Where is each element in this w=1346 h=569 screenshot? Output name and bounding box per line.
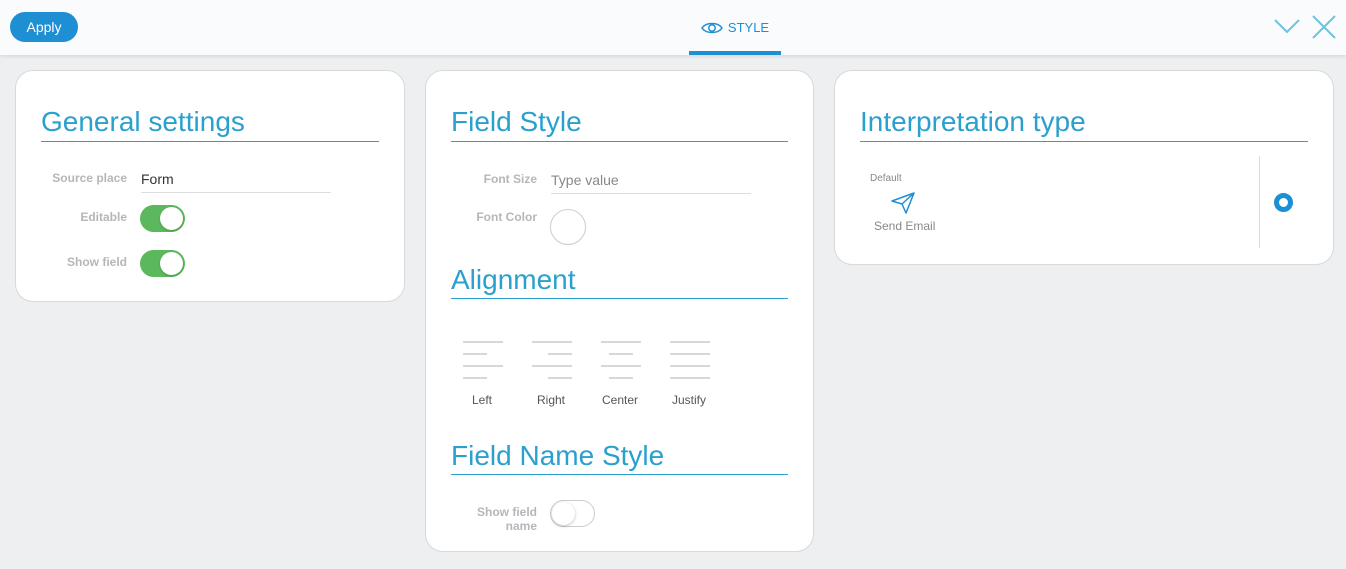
align-justify-button[interactable] [670, 341, 710, 381]
align-center-label: Center [601, 393, 639, 407]
font-color-label: Font Color [476, 210, 537, 224]
field-name-style-title: Field Name Style [451, 440, 665, 471]
show-field-toggle[interactable] [140, 250, 185, 277]
align-left-label: Left [471, 393, 492, 407]
font-size-input[interactable]: Type value [551, 172, 751, 194]
eye-icon [701, 22, 723, 33]
interpretation-type-title: Interpretation type [860, 106, 1086, 137]
editable-label: Editable [80, 210, 127, 224]
align-left-button[interactable] [463, 341, 503, 381]
interpretation-default-label: Default [870, 173, 902, 184]
show-field-label: Show field [67, 255, 127, 269]
top-toolbar: Apply STYLE [0, 0, 1346, 55]
field-style-title: Field Style [451, 106, 582, 137]
field-style-divider [451, 141, 788, 142]
general-settings-divider [41, 141, 379, 142]
font-color-swatch[interactable] [550, 209, 586, 245]
show-field-name-label-line1: Show field [477, 505, 537, 519]
tab-style-label: STYLE [727, 20, 770, 35]
alignment-divider [451, 298, 788, 299]
align-justify-label: Justify [671, 393, 706, 407]
source-place-value: Form [141, 171, 174, 187]
send-email-label[interactable]: Send Email [874, 219, 935, 233]
interpretation-type-divider [860, 141, 1308, 142]
close-icon[interactable] [1311, 14, 1337, 40]
general-settings-title: General settings [41, 106, 245, 137]
toggle-knob [160, 207, 183, 230]
field-name-style-divider [451, 474, 788, 475]
interpretation-vertical-divider [1259, 156, 1260, 248]
font-size-placeholder: Type value [551, 172, 619, 188]
align-center-button[interactable] [601, 341, 641, 381]
editable-toggle[interactable] [140, 205, 185, 232]
chevron-down-icon[interactable] [1274, 14, 1300, 40]
toggle-knob [552, 502, 575, 525]
show-field-name-toggle[interactable] [550, 500, 595, 527]
source-place-label: Source place [52, 171, 127, 185]
source-place-field[interactable]: Form [141, 171, 331, 193]
show-field-name-label-line2: name [505, 519, 537, 533]
toggle-knob [160, 252, 183, 275]
align-right-label: Right [536, 393, 565, 407]
tab-style[interactable]: STYLE [689, 0, 781, 55]
interpretation-radio-selected[interactable] [1274, 193, 1293, 212]
apply-button[interactable]: Apply [10, 12, 78, 42]
paper-plane-icon[interactable] [891, 192, 915, 214]
alignment-title: Alignment [451, 264, 576, 295]
align-right-button[interactable] [532, 341, 572, 381]
font-size-label: Font Size [483, 172, 537, 186]
field-style-card [425, 70, 814, 552]
